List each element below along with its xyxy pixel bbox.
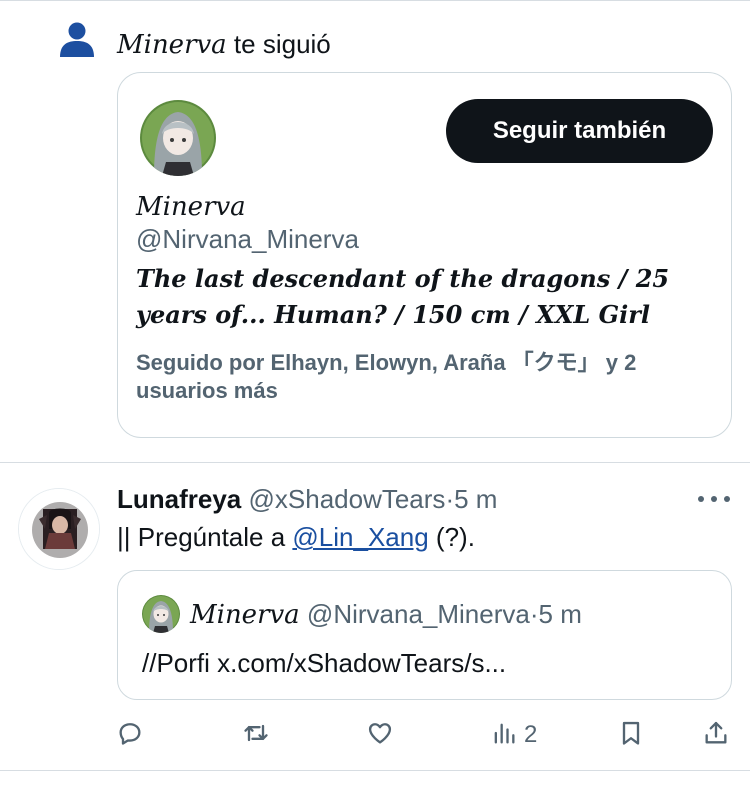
quote-header: Minerva @Nirvana_Minerva·5 m	[190, 596, 582, 633]
follow-notification-text: Minerva te siguió	[117, 26, 331, 63]
quote-avatar	[142, 595, 180, 633]
quote-time: 5 m	[538, 599, 582, 629]
share-icon	[702, 719, 730, 752]
tweet-text-before: || Pregúntale a	[117, 522, 293, 552]
views-icon	[490, 719, 518, 752]
tweet-time[interactable]: 5 m	[454, 484, 497, 514]
bookmark-button[interactable]	[617, 716, 645, 754]
tweet-text: || Pregúntale a @Lin_Xang (?).	[117, 519, 475, 555]
quote-author-name: Minerva	[190, 600, 300, 630]
more-dot-icon	[698, 496, 704, 502]
quote-separator: ·	[529, 599, 539, 629]
reply-button[interactable]	[116, 716, 144, 754]
follower-name[interactable]: Minerva	[117, 30, 227, 60]
heart-icon	[366, 719, 394, 752]
reply-icon	[116, 719, 144, 752]
views-count: 2	[524, 721, 538, 748]
bookmark-icon	[617, 719, 645, 752]
top-divider	[0, 0, 750, 1]
user-icon	[58, 22, 96, 58]
like-button[interactable]	[366, 716, 394, 754]
bottom-divider	[0, 770, 750, 771]
mention-link[interactable]: @Lin_Xang	[292, 522, 428, 552]
tweet-author-handle[interactable]: @xShadowTears	[249, 484, 446, 514]
tweet-action-bar: 2	[0, 716, 750, 754]
follow-back-button[interactable]: Seguir también	[446, 99, 713, 163]
more-dot-icon	[724, 496, 730, 502]
quote-text: //Porfi x.com/xShadowTears/s...	[142, 648, 507, 678]
section-divider	[0, 462, 750, 463]
follow-notification[interactable]: Minerva te siguió	[0, 22, 750, 66]
quoted-tweet[interactable]: Minerva @Nirvana_Minerva·5 m //Porfi x.c…	[117, 570, 732, 700]
tweet-avatar[interactable]	[18, 488, 100, 570]
profile-handle[interactable]: @Nirvana_Minerva	[136, 223, 359, 255]
more-dot-icon	[711, 496, 717, 502]
avatar[interactable]	[140, 100, 216, 176]
tweet-text-after: (?).	[428, 522, 475, 552]
retweet-button[interactable]	[242, 716, 270, 754]
profile-name[interactable]: Minerva	[136, 191, 246, 223]
followed-by-text[interactable]: Seguido por Elhayn, Elowyn, Araña 「クモ」 y…	[136, 349, 716, 405]
retweet-icon	[242, 719, 270, 752]
profile-bio: The last descendant of the dragons / 25 …	[136, 264, 670, 329]
views-button[interactable]: 2	[490, 716, 537, 754]
more-options-button[interactable]	[694, 484, 734, 514]
tweet-separator: ·	[445, 484, 455, 514]
profile-card[interactable]: Seguir también Minerva @Nirvana_Minerva …	[117, 72, 732, 438]
share-button[interactable]	[702, 716, 730, 754]
tweet-header: Lunafreya @xShadowTears·5 m	[117, 481, 497, 517]
quote-author-handle: @Nirvana_Minerva	[306, 599, 530, 629]
follow-action-text: te siguió	[233, 29, 331, 59]
tweet-author-name[interactable]: Lunafreya	[117, 484, 241, 514]
